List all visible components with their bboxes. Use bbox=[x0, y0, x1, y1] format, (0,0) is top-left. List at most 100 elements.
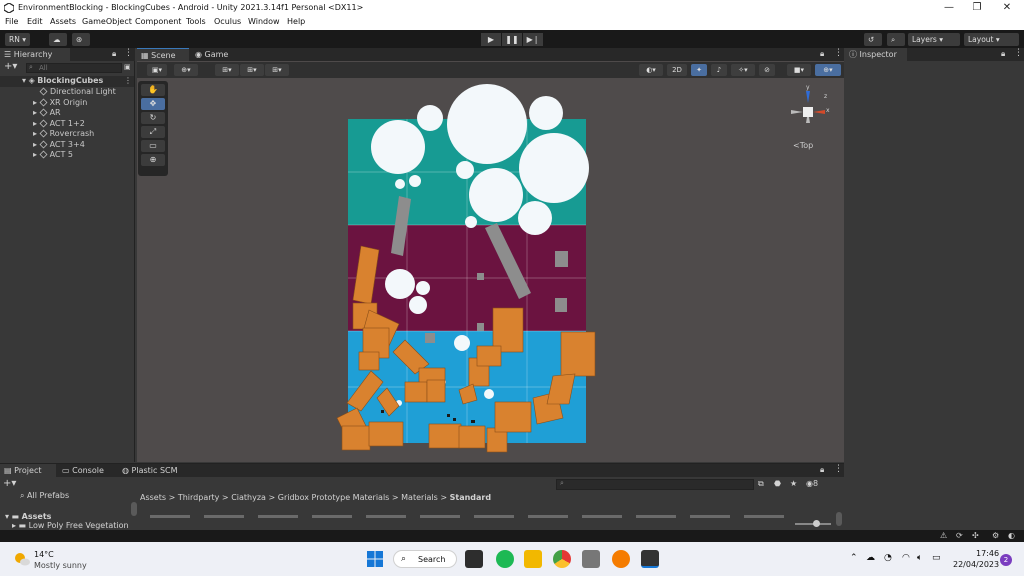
menu-gameobject[interactable]: GameObject bbox=[82, 17, 132, 26]
tab-plastic-scm[interactable]: ◍ Plastic SCM bbox=[118, 464, 188, 477]
camera-icon[interactable]: ■▾ bbox=[787, 64, 811, 76]
tab-project[interactable]: ▤ Project bbox=[0, 464, 56, 477]
layout-dropdown[interactable]: Layout ▾ bbox=[964, 33, 1019, 46]
breadcrumb-current[interactable]: Standard bbox=[450, 493, 491, 502]
cache-icon[interactable]: ◐ bbox=[1008, 531, 1015, 540]
breadcrumb-item[interactable]: Materials bbox=[401, 493, 438, 502]
collab-icon[interactable]: ⊛ bbox=[72, 33, 90, 46]
menu-assets[interactable]: Assets bbox=[50, 17, 76, 26]
account-button[interactable]: RN ▾ bbox=[5, 33, 30, 46]
pause-button[interactable]: ❚❚ bbox=[502, 33, 522, 46]
windows-start-icon[interactable] bbox=[366, 550, 384, 568]
file-explorer-icon[interactable] bbox=[524, 550, 542, 568]
tree-scrollbar[interactable] bbox=[131, 502, 137, 516]
increment-snap-icon[interactable]: ⊞▾ bbox=[265, 64, 289, 76]
tab-scene[interactable]: ▦ Scene bbox=[137, 48, 189, 61]
menu-edit[interactable]: Edit bbox=[27, 17, 43, 26]
menu-component[interactable]: Component bbox=[135, 17, 181, 26]
search-icon[interactable]: ⌕ bbox=[887, 33, 905, 46]
assets-root[interactable]: ▾ ▬ Assets bbox=[5, 512, 51, 521]
toggle-2d-button[interactable]: 2D bbox=[667, 64, 687, 76]
hierarchy-item[interactable]: ▸ ACT 1+2 bbox=[33, 119, 85, 130]
scene-viewport[interactable]: ✋ ✥ ↻ ⤢ ▭ ⊕ y x z <Top bbox=[137, 78, 844, 462]
shading-mode-icon[interactable]: ◐▾ bbox=[639, 64, 663, 76]
project-search-input[interactable] bbox=[556, 479, 754, 490]
breadcrumb-item[interactable]: Assets bbox=[140, 493, 166, 502]
tab-game[interactable]: ◉ Game bbox=[191, 48, 239, 61]
tab-console[interactable]: ▭ Console bbox=[58, 464, 116, 477]
breadcrumb-item[interactable]: Thirdparty bbox=[178, 493, 220, 502]
hierarchy-item[interactable]: ▸ ACT 5 bbox=[33, 150, 73, 161]
favorites-all-prefabs[interactable]: ⌕ All Prefabs bbox=[20, 491, 69, 501]
task-view-icon[interactable] bbox=[465, 550, 483, 568]
hand-tool-icon[interactable]: ✋ bbox=[141, 84, 165, 96]
blender-icon[interactable] bbox=[612, 550, 630, 568]
lock-icon[interactable]: 🔒︎ bbox=[112, 49, 116, 59]
kebab-menu-icon[interactable]: ⋮ bbox=[124, 48, 133, 58]
orientation-gizmo[interactable]: y x z <Top bbox=[783, 83, 833, 153]
pivot-icon[interactable]: ⊕▾ bbox=[174, 64, 198, 76]
scale-tool-icon[interactable]: ⤢ bbox=[141, 126, 165, 138]
settings-icon[interactable]: ✣ bbox=[972, 531, 979, 540]
tray-cloud-icon[interactable]: ☁ bbox=[866, 553, 875, 563]
thumbnail-size-slider[interactable] bbox=[795, 520, 831, 527]
clock-time[interactable]: 17:46 bbox=[976, 549, 999, 558]
menu-window[interactable]: Window bbox=[248, 17, 280, 26]
menu-tools[interactable]: Tools bbox=[186, 17, 206, 26]
spotify-icon[interactable] bbox=[496, 550, 514, 568]
lock-icon[interactable]: 🔒︎ bbox=[820, 465, 824, 475]
minimize-button[interactable]: — bbox=[934, 0, 964, 16]
wifi-icon[interactable]: ◠ bbox=[902, 553, 910, 563]
debug-icon[interactable]: ⚙ bbox=[992, 531, 999, 540]
breadcrumb-item[interactable]: Gridbox Prototype Materials bbox=[278, 493, 390, 502]
history-icon[interactable]: ↺ bbox=[864, 33, 882, 46]
tray-chevron-icon[interactable]: ⌃ bbox=[850, 553, 858, 563]
transform-tool-icon[interactable]: ⊕ bbox=[141, 154, 165, 166]
maximize-button[interactable]: ❐ bbox=[962, 0, 992, 16]
unity-hub-icon[interactable] bbox=[582, 550, 600, 568]
move-tool-icon[interactable]: ✥ bbox=[141, 98, 165, 110]
taskbar-search[interactable]: ⌕ Search bbox=[393, 550, 457, 568]
grid-snap-icon[interactable]: ⊞▾ bbox=[215, 64, 239, 76]
battery-icon[interactable]: ▭ bbox=[932, 553, 941, 563]
play-button[interactable]: ▶ bbox=[481, 33, 501, 46]
kebab-menu-icon[interactable]: ⋮ bbox=[834, 464, 843, 474]
rect-tool-icon[interactable]: ▭ bbox=[141, 140, 165, 152]
visibility-icon[interactable]: ◉8 bbox=[806, 479, 818, 488]
unity-editor-icon[interactable] bbox=[641, 550, 659, 568]
breadcrumb-item[interactable]: Ciathyza bbox=[231, 493, 266, 502]
favorite-icon[interactable]: ★ bbox=[790, 479, 797, 488]
audio-icon[interactable]: ♪ bbox=[711, 64, 727, 76]
menu-help[interactable]: Help bbox=[287, 17, 305, 26]
hierarchy-item[interactable]: ▸ ACT 3+4 bbox=[33, 140, 85, 151]
step-button[interactable]: ▶❘ bbox=[523, 33, 543, 46]
gizmos-icon[interactable]: ⊕▾ bbox=[815, 64, 841, 76]
scene-root-row[interactable]: ▾ ◈ BlockingCubes ⋮ bbox=[0, 76, 134, 87]
add-icon[interactable]: +▾ bbox=[4, 61, 17, 72]
rotate-tool-icon[interactable]: ↻ bbox=[141, 112, 165, 124]
hierarchy-item[interactable]: ▸ XR Origin bbox=[33, 98, 87, 109]
gizmo-view-label[interactable]: <Top bbox=[793, 141, 813, 150]
cloud-icon[interactable]: ☁ bbox=[49, 33, 67, 46]
hierarchy-search-input[interactable] bbox=[26, 63, 122, 73]
speaker-icon[interactable]: 🔈︎ bbox=[917, 553, 922, 563]
filter-label-icon[interactable]: ⬣ bbox=[774, 479, 781, 488]
lighting-icon[interactable]: ✦ bbox=[691, 64, 707, 76]
grid-icon[interactable]: ⊞▾ bbox=[240, 64, 264, 76]
menu-oculus[interactable]: Oculus bbox=[214, 17, 241, 26]
draw-mode-icon[interactable]: ▣▾ bbox=[147, 64, 167, 76]
layers-dropdown[interactable]: Layers ▾ bbox=[908, 33, 960, 46]
menu-file[interactable]: File bbox=[5, 17, 18, 26]
lock-icon[interactable]: 🔒︎ bbox=[820, 49, 824, 59]
chrome-icon[interactable] bbox=[553, 550, 571, 568]
slider-handle[interactable] bbox=[813, 520, 820, 527]
create-asset-icon[interactable]: +▾ bbox=[3, 478, 16, 489]
tab-hierarchy[interactable]: ☰ Hierarchy bbox=[0, 48, 70, 61]
hierarchy-item[interactable]: ▸ Rovercrash bbox=[33, 129, 94, 140]
progress-icon[interactable]: ⟳ bbox=[956, 531, 963, 540]
expand-arrow-icon[interactable]: ▾ bbox=[22, 76, 26, 85]
console-icon[interactable]: ⚠ bbox=[940, 531, 947, 540]
tray-app-icon[interactable]: ◔ bbox=[884, 553, 892, 563]
clock-date[interactable]: 22/04/2023 bbox=[953, 560, 999, 569]
scene-menu-icon[interactable]: ⋮ bbox=[124, 76, 132, 85]
